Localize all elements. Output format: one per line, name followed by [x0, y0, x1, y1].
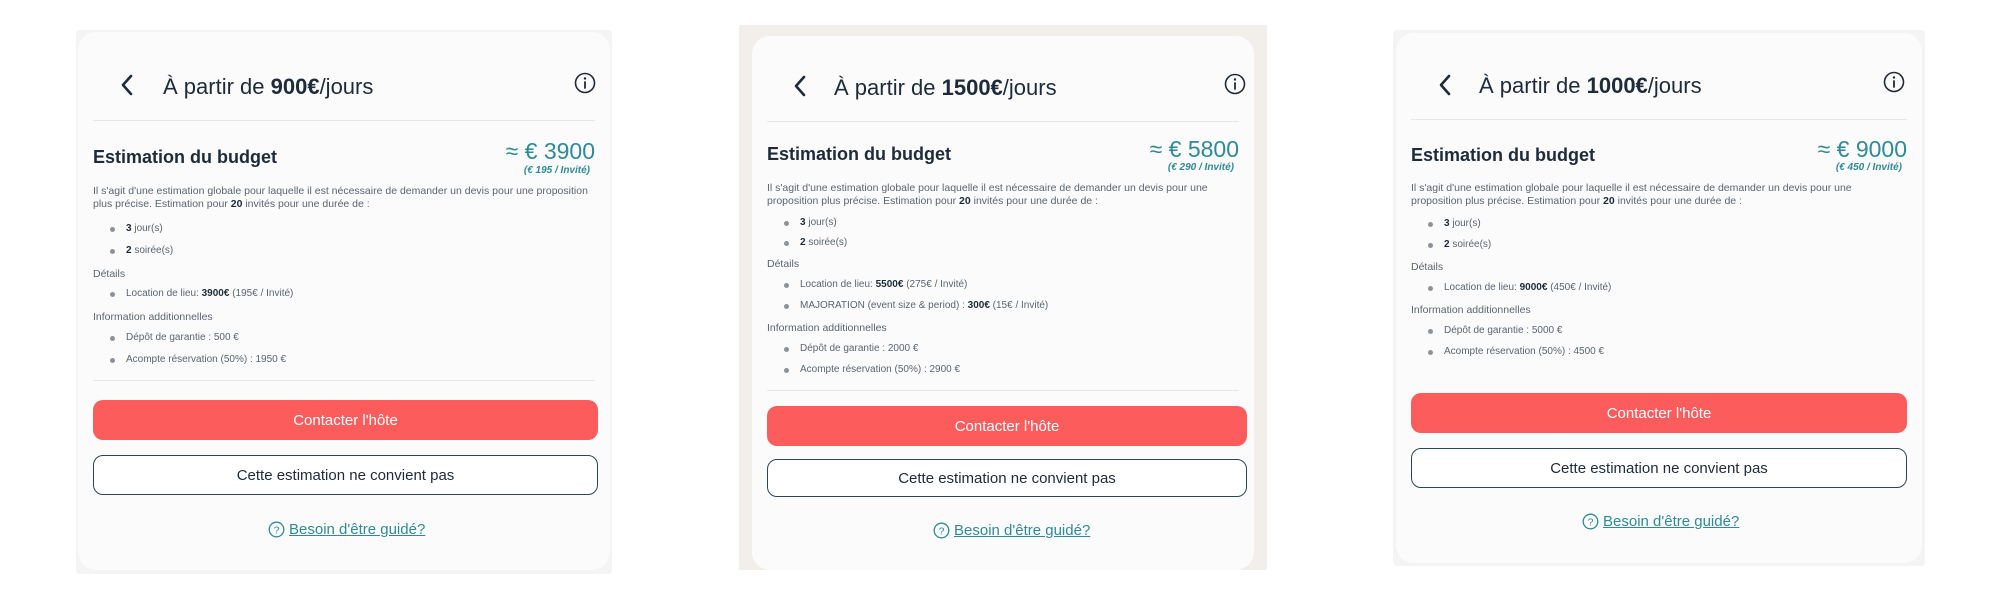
question-circle-icon: ? [933, 522, 950, 539]
page-title: À partir de 1500€/jours [834, 75, 1057, 100]
duration-days: 3 jour(s) [1428, 218, 1481, 229]
estimate-card-1: À partir de 900€/jours Estimation du bud… [78, 32, 610, 570]
help-link-text[interactable]: Besoin d'être guidé? [954, 522, 1090, 539]
estimation-description: Il s'agit d'une estimation globale pour … [93, 185, 588, 210]
info-circle-icon [1224, 73, 1246, 95]
svg-text:?: ? [274, 524, 280, 536]
info-circle-icon [574, 72, 596, 94]
header-divider [767, 121, 1239, 122]
help-link[interactable]: ? Besoin d'être guidé? [933, 522, 1090, 539]
detail-item-venue: Location de lieu: 5500€ (275€ / Invité) [784, 279, 967, 290]
back-button[interactable] [1430, 70, 1460, 100]
estimation-title: Estimation du budget [93, 147, 277, 167]
estimate-card-2: À partir de 1500€/jours Estimation du bu… [752, 36, 1254, 570]
info-item-down-payment: Acompte réservation (50%) : 4500 € [1428, 346, 1604, 357]
estimation-description: Il s'agit d'une estimation globale pour … [767, 182, 1208, 207]
chevron-left-icon [1439, 74, 1451, 96]
info-item-down-payment: Acompte réservation (50%) : 2900 € [784, 364, 960, 375]
info-button[interactable] [1883, 71, 1907, 95]
page-title: À partir de 900€/jours [163, 74, 374, 99]
estimated-total: ≈ € 3900 [505, 138, 595, 164]
chevron-left-icon [794, 75, 806, 97]
contact-host-button[interactable]: Contacter l'hôte [1411, 393, 1907, 433]
detail-item-surcharge: MAJORATION (event size & period) : 300€ … [784, 300, 1048, 311]
help-link[interactable]: ? Besoin d'être guidé? [1582, 513, 1739, 530]
info-item-down-payment: Acompte réservation (50%) : 1950 € [110, 354, 286, 365]
reject-estimate-button[interactable]: Cette estimation ne convient pas [1411, 448, 1907, 488]
buttons-divider [93, 380, 595, 381]
buttons-divider [767, 390, 1239, 391]
info-label: Information additionnelles [93, 311, 213, 323]
duration-nights: 2 soirée(s) [784, 237, 847, 248]
info-label: Information additionnelles [767, 322, 887, 334]
reject-estimate-button[interactable]: Cette estimation ne convient pas [93, 455, 598, 495]
page-title: À partir de 1000€/jours [1479, 73, 1702, 98]
contact-host-button[interactable]: Contacter l'hôte [93, 400, 598, 440]
estimate-card-3: À partir de 1000€/jours Estimation du bu… [1396, 33, 1922, 563]
reject-estimate-button[interactable]: Cette estimation ne convient pas [767, 459, 1247, 497]
back-button[interactable] [785, 71, 815, 101]
details-label: Détails [767, 258, 800, 270]
info-item-deposit: Dépôt de garantie : 500 € [110, 332, 239, 343]
estimated-per-guest: (€ 195 / Invité) [523, 165, 590, 176]
estimated-total: ≈ € 9000 [1817, 136, 1907, 162]
help-link-text[interactable]: Besoin d'être guidé? [289, 521, 425, 538]
estimation-description: Il s'agit d'une estimation globale pour … [1411, 182, 1852, 207]
info-label: Information additionnelles [1411, 304, 1531, 316]
estimated-per-guest: (€ 290 / Invité) [1167, 162, 1234, 173]
chevron-left-icon [121, 74, 133, 96]
detail-item-venue: Location de lieu: 9000€ (450€ / Invité) [1428, 282, 1611, 293]
estimation-title: Estimation du budget [767, 144, 951, 164]
question-circle-icon: ? [268, 521, 285, 538]
info-item-deposit: Dépôt de garantie : 2000 € [784, 343, 918, 354]
header-divider [93, 120, 595, 121]
duration-nights: 2 soirée(s) [110, 245, 173, 256]
info-button[interactable] [574, 72, 598, 96]
detail-item-venue: Location de lieu: 3900€ (195€ / Invité) [110, 288, 293, 299]
duration-days: 3 jour(s) [110, 223, 163, 234]
estimated-total: ≈ € 5800 [1149, 136, 1239, 162]
details-label: Détails [1411, 261, 1444, 273]
duration-days: 3 jour(s) [784, 217, 837, 228]
help-link[interactable]: ? Besoin d'être guidé? [268, 521, 425, 538]
duration-nights: 2 soirée(s) [1428, 239, 1491, 250]
svg-text:?: ? [1588, 516, 1594, 528]
info-button[interactable] [1224, 73, 1248, 97]
back-button[interactable] [112, 70, 142, 100]
question-circle-icon: ? [1582, 513, 1599, 530]
estimated-per-guest: (€ 450 / Invité) [1835, 162, 1902, 173]
details-label: Détails [93, 268, 126, 280]
header-divider [1411, 119, 1907, 120]
contact-host-button[interactable]: Contacter l'hôte [767, 406, 1247, 446]
estimation-title: Estimation du budget [1411, 145, 1595, 165]
info-item-deposit: Dépôt de garantie : 5000 € [1428, 325, 1562, 336]
svg-text:?: ? [939, 525, 945, 537]
info-circle-icon [1883, 71, 1905, 93]
help-link-text[interactable]: Besoin d'être guidé? [1603, 513, 1739, 530]
